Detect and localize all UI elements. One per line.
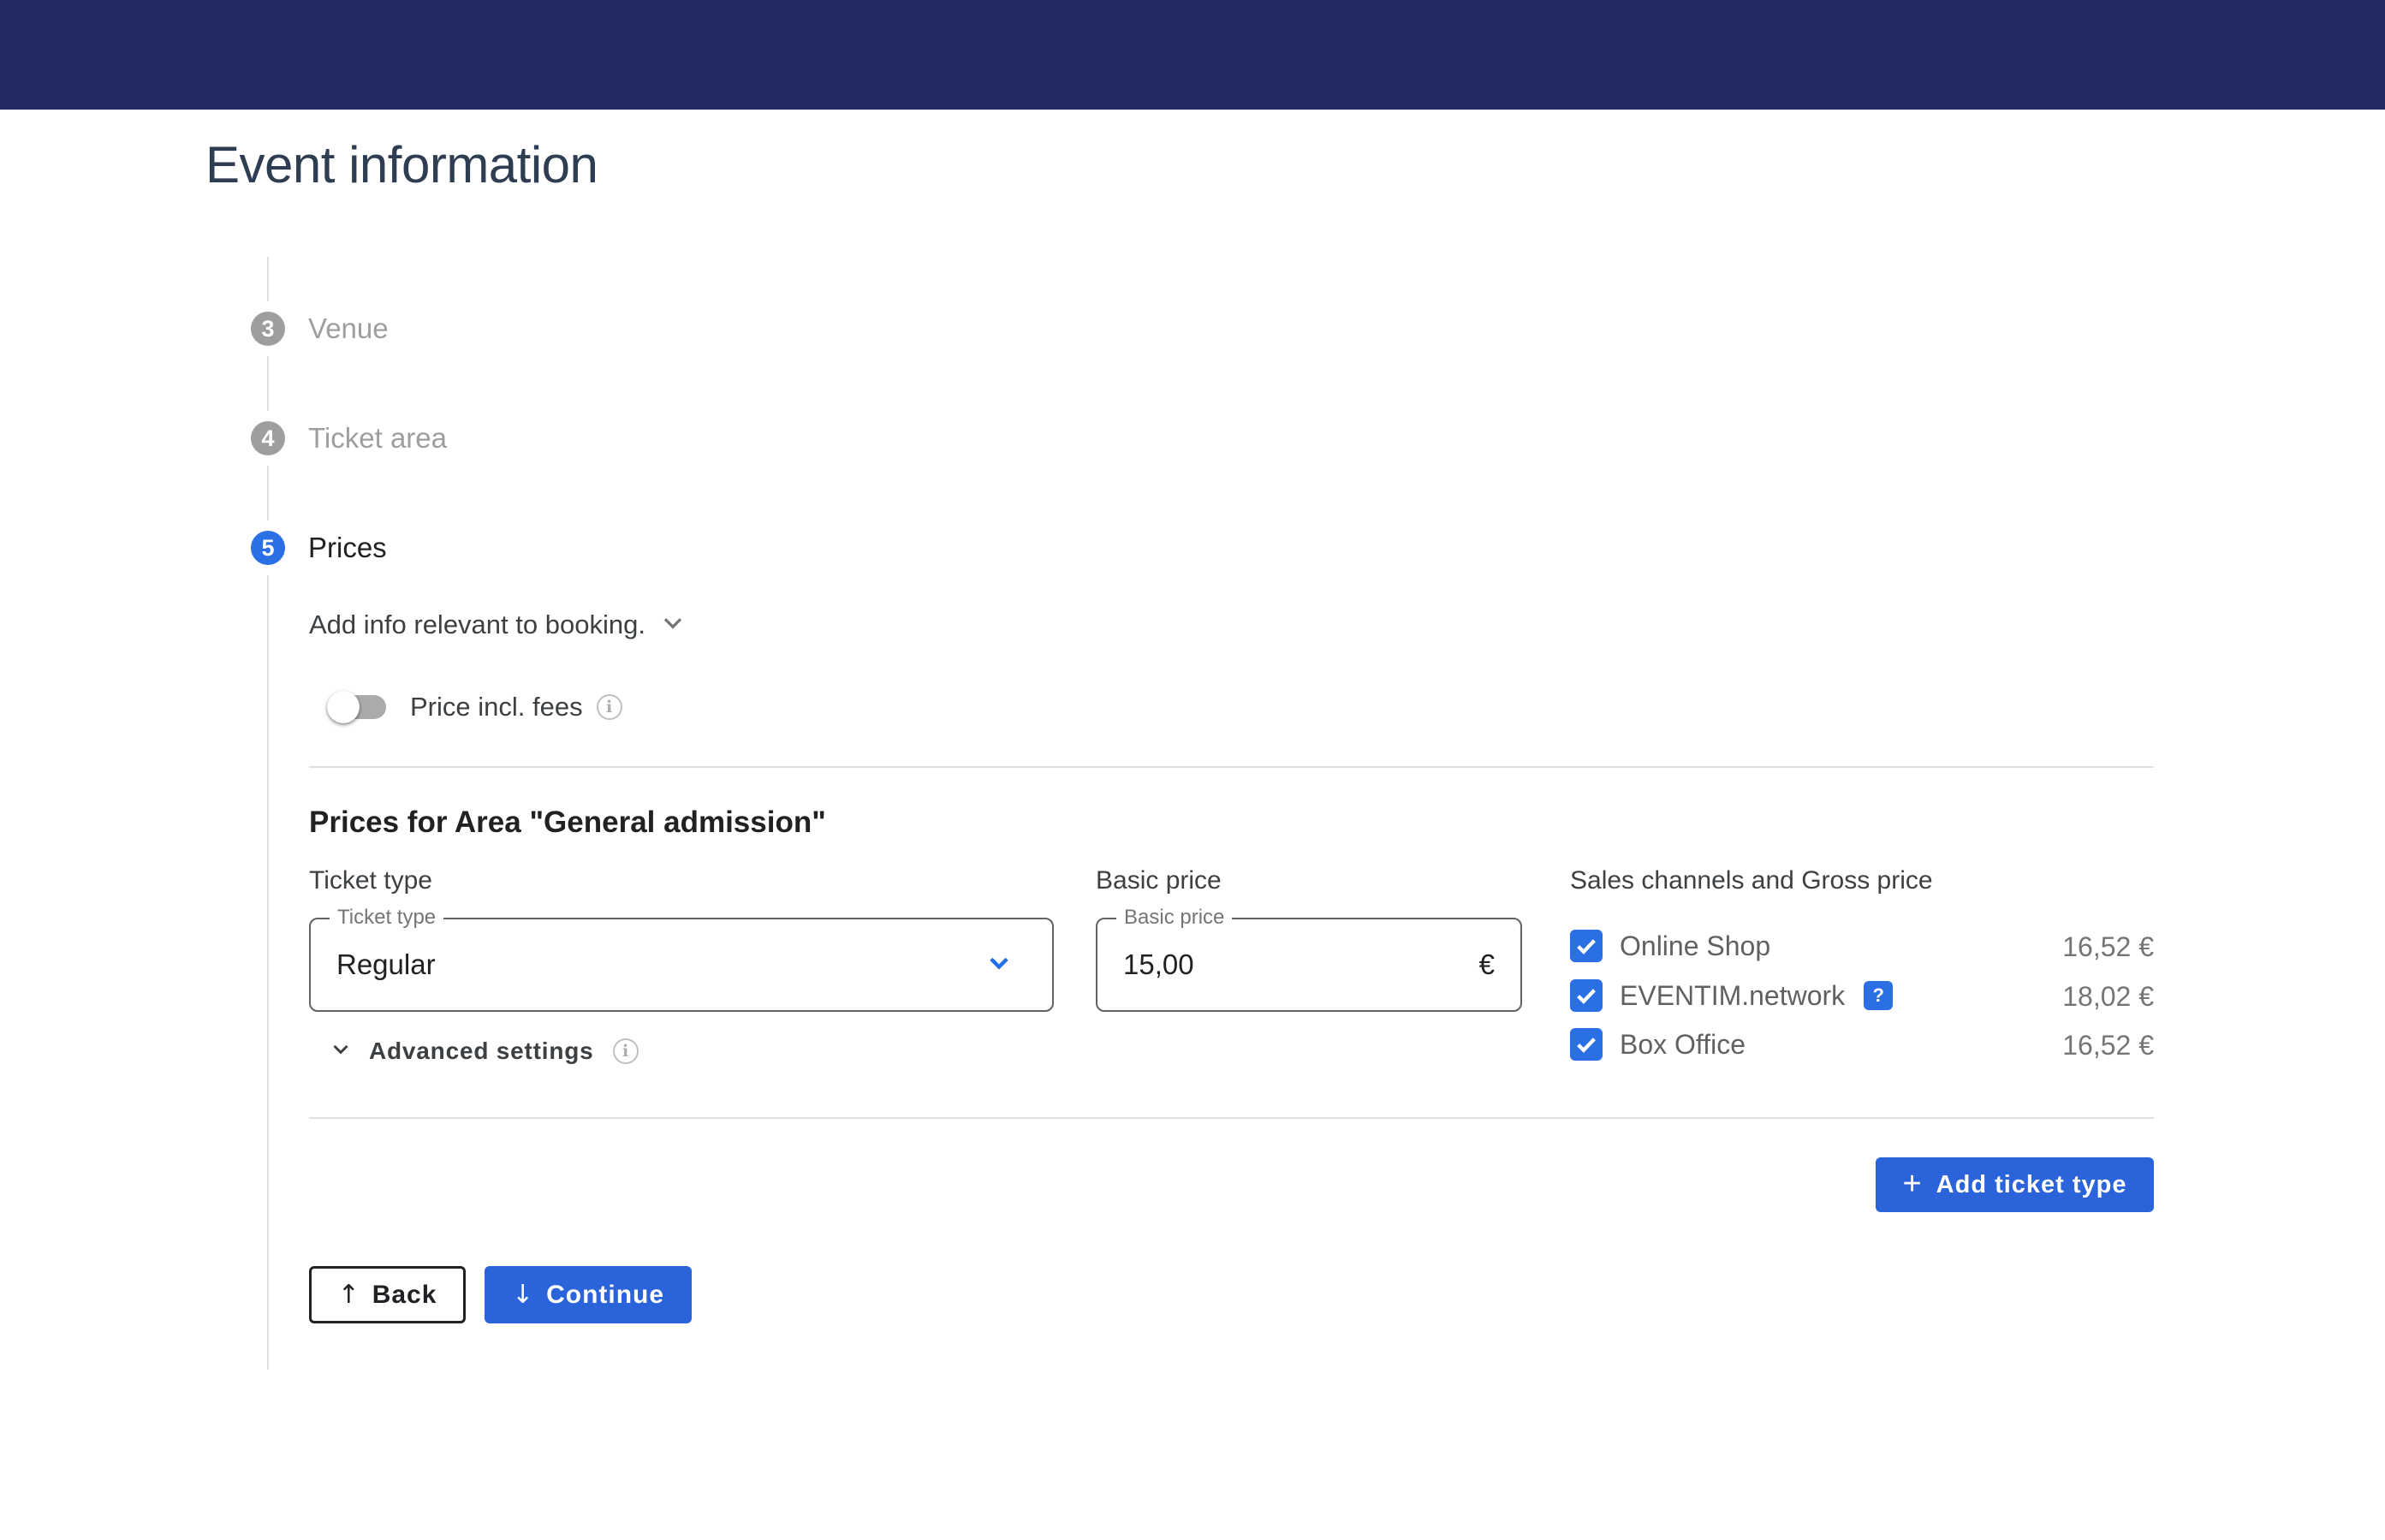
- info-icon[interactable]: i: [613, 1038, 639, 1064]
- advanced-settings-label: Advanced settings: [369, 1038, 594, 1065]
- price-incl-fees-label: Price incl. fees: [410, 692, 583, 722]
- arrow-up-icon: ↑: [338, 1280, 360, 1310]
- help-badge-icon[interactable]: ?: [1864, 981, 1893, 1010]
- online-shop-checkbox[interactable]: [1570, 930, 1603, 962]
- plus-icon: +: [1902, 1168, 1922, 1200]
- channel-row-box-office: Box Office: [1570, 1028, 1746, 1061]
- ticket-type-field-label: Ticket type: [330, 906, 443, 930]
- chevron-down-icon: [328, 1036, 354, 1066]
- step-5-label[interactable]: Prices: [308, 531, 387, 565]
- eventim-network-checkbox[interactable]: [1570, 979, 1603, 1012]
- basic-price-value[interactable]: 15,00: [1123, 948, 1194, 981]
- step-4-number: 4: [261, 425, 274, 452]
- step-3-number: 3: [261, 316, 274, 342]
- price-incl-fees-row: Price incl. fees i: [330, 692, 622, 722]
- chevron-down-icon[interactable]: [982, 946, 1016, 984]
- add-ticket-type-label: Add ticket type: [1936, 1171, 2127, 1199]
- continue-button-label: Continue: [546, 1281, 664, 1310]
- step-3-circle[interactable]: 3: [251, 312, 285, 346]
- box-office-checkbox[interactable]: [1570, 1028, 1603, 1061]
- checkmark-icon: [1573, 983, 1599, 1008]
- column-header-basic-price: Basic price: [1096, 866, 1222, 895]
- gross-price: 16,52 €: [1897, 931, 2154, 963]
- booking-info-expander[interactable]: Add info relevant to booking.: [309, 607, 688, 642]
- currency-suffix: €: [1479, 948, 1495, 981]
- channel-label: Box Office: [1620, 1029, 1746, 1061]
- step-5-number: 5: [261, 535, 274, 562]
- area-prices-heading: Prices for Area "General admission": [309, 806, 826, 840]
- checkmark-icon: [1573, 1032, 1599, 1057]
- event-information-page: Event information 3 Venue 4 Ticket area …: [0, 0, 2385, 1540]
- column-header-ticket-type: Ticket type: [309, 866, 432, 895]
- price-incl-fees-toggle[interactable]: [330, 695, 386, 719]
- gross-price: 16,52 €: [1897, 1030, 2154, 1061]
- column-header-sales-channels: Sales channels and Gross price: [1570, 866, 1933, 895]
- ticket-type-value: Regular: [336, 948, 436, 981]
- top-navigation-bar: [0, 0, 2385, 110]
- step-3-label[interactable]: Venue: [308, 312, 389, 346]
- basic-price-field[interactable]: Basic price 15,00 €: [1096, 918, 1522, 1012]
- add-ticket-type-button[interactable]: + Add ticket type: [1876, 1157, 2154, 1212]
- step-4-label[interactable]: Ticket area: [308, 421, 447, 455]
- back-button-label: Back: [372, 1281, 437, 1310]
- channel-label: EVENTIM.network: [1620, 980, 1845, 1012]
- channel-label: Online Shop: [1620, 931, 1770, 962]
- page-title: Event information: [205, 135, 598, 194]
- arrow-down-icon: ↓: [512, 1280, 534, 1310]
- checkmark-icon: [1573, 933, 1599, 959]
- info-icon[interactable]: i: [597, 694, 622, 720]
- continue-button[interactable]: ↓ Continue: [485, 1266, 692, 1323]
- advanced-settings-expander[interactable]: Advanced settings i: [328, 1036, 639, 1066]
- step-5-circle[interactable]: 5: [251, 531, 285, 565]
- booking-info-label: Add info relevant to booking.: [309, 609, 645, 640]
- section-divider-bottom: [309, 1117, 2154, 1119]
- step-4-circle[interactable]: 4: [251, 421, 285, 455]
- toggle-thumb[interactable]: [327, 691, 360, 723]
- ticket-type-select[interactable]: Ticket type Regular: [309, 918, 1054, 1012]
- basic-price-field-label: Basic price: [1116, 906, 1232, 930]
- chevron-down-icon: [657, 607, 688, 642]
- channel-row-online-shop: Online Shop: [1570, 930, 1770, 962]
- gross-price: 18,02 €: [1897, 981, 2154, 1013]
- section-divider-top: [309, 766, 2154, 768]
- back-button[interactable]: ↑ Back: [309, 1266, 466, 1323]
- channel-row-eventim-network: EVENTIM.network ?: [1570, 979, 1893, 1012]
